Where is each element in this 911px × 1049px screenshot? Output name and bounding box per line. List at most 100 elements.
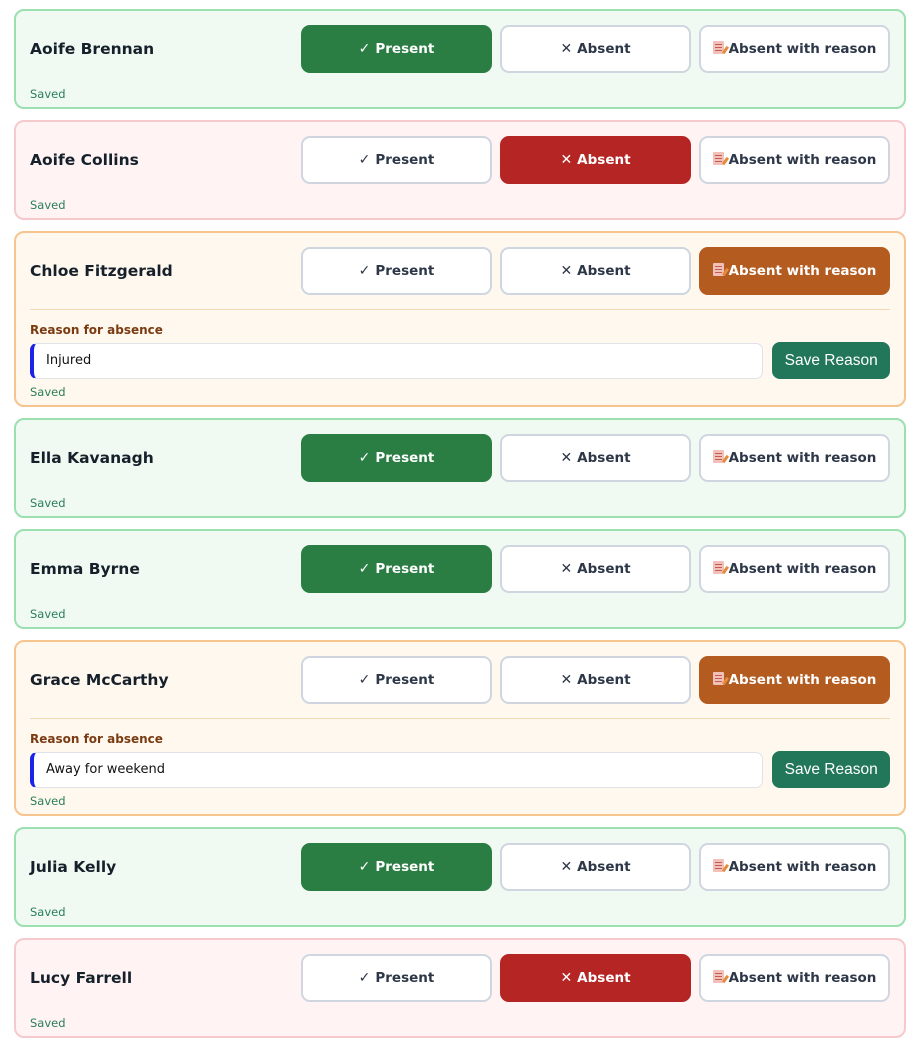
absent-label: Absent [577, 263, 631, 279]
x-icon: ✕ [560, 561, 573, 577]
present-button[interactable]: ✓ Present [301, 25, 492, 73]
present-label: Present [375, 859, 435, 875]
x-icon: ✕ [560, 672, 573, 688]
absent-button[interactable]: ✕ Absent [500, 247, 691, 295]
present-button[interactable]: ✓ Present [301, 656, 492, 704]
absent-label: Absent [577, 561, 631, 577]
absent-label: Absent [577, 859, 631, 875]
absent-with-reason-label: Absent with reason [728, 41, 877, 57]
player-row: Grace McCarthy ✓ Present ✕ Absent Absent with… [30, 642, 890, 718]
absent-with-reason-label: Absent with reason [728, 152, 877, 168]
check-icon: ✓ [358, 561, 371, 577]
status-buttons: ✓ Present ✕ Absent Absent with reason [301, 656, 890, 704]
present-button[interactable]: ✓ Present [301, 843, 492, 891]
x-icon: ✕ [560, 450, 573, 466]
memo-icon [712, 40, 724, 58]
player-card: Grace McCarthy ✓ Present ✕ Absent Absent with… [14, 640, 906, 816]
absent-with-reason-button[interactable]: Absent with reason [699, 434, 890, 482]
reason-divider [30, 718, 890, 719]
present-button[interactable]: ✓ Present [301, 136, 492, 184]
absent-button[interactable]: ✕ Absent [500, 954, 691, 1002]
memo-icon [712, 262, 724, 280]
present-label: Present [375, 561, 435, 577]
absent-with-reason-button[interactable]: Absent with reason [699, 656, 890, 704]
saved-status: Saved [30, 1016, 66, 1030]
absent-with-reason-label: Absent with reason [728, 859, 877, 875]
reason-input[interactable] [30, 342, 764, 379]
absent-label: Absent [577, 41, 631, 57]
x-icon: ✕ [560, 859, 573, 875]
absent-label: Absent [577, 672, 631, 688]
check-icon: ✓ [358, 859, 371, 875]
check-icon: ✓ [358, 450, 371, 466]
absent-with-reason-label: Absent with reason [728, 561, 877, 577]
present-button[interactable]: ✓ Present [301, 545, 492, 593]
absent-button[interactable]: ✕ Absent [500, 434, 691, 482]
x-icon: ✕ [560, 152, 573, 168]
reason-label: Reason for absence [30, 732, 163, 746]
player-name: Emma Byrne [30, 560, 140, 578]
check-icon: ✓ [358, 672, 371, 688]
absent-with-reason-button[interactable]: Absent with reason [699, 25, 890, 73]
absent-with-reason-label: Absent with reason [728, 970, 877, 986]
present-button[interactable]: ✓ Present [301, 247, 492, 295]
absent-button[interactable]: ✕ Absent [500, 656, 691, 704]
player-name: Grace McCarthy [30, 671, 169, 689]
player-name: Aoife Brennan [30, 40, 155, 58]
status-buttons: ✓ Present ✕ Absent Absent with reason [301, 434, 890, 482]
absent-with-reason-button[interactable]: Absent with reason [699, 954, 890, 1002]
check-icon: ✓ [358, 41, 371, 57]
absent-label: Absent [577, 970, 631, 986]
memo-icon [712, 151, 724, 169]
present-label: Present [375, 450, 435, 466]
x-icon: ✕ [560, 263, 573, 279]
absent-button[interactable]: ✕ Absent [500, 843, 691, 891]
player-row: Ella Kavanagh ✓ Present ✕ Absent Absent with … [30, 420, 890, 496]
memo-icon [712, 560, 724, 578]
absent-button[interactable]: ✕ Absent [500, 25, 691, 73]
absent-with-reason-button[interactable]: Absent with reason [699, 545, 890, 593]
saved-status: Saved [30, 607, 66, 621]
memo-icon [712, 858, 724, 876]
reason-row: Save Reason [30, 342, 890, 379]
saved-status: Saved [30, 385, 66, 399]
player-card: Julia Kelly ✓ Present ✕ Absent Absent with re… [14, 827, 906, 927]
present-button[interactable]: ✓ Present [301, 954, 492, 1002]
status-buttons: ✓ Present ✕ Absent Absent with reason [301, 136, 890, 184]
absent-with-reason-label: Absent with reason [728, 263, 877, 279]
memo-icon [712, 449, 724, 467]
present-button[interactable]: ✓ Present [301, 434, 492, 482]
player-card: Aoife Brennan ✓ Present ✕ Absent Absent with … [14, 9, 906, 109]
absent-button[interactable]: ✕ Absent [500, 136, 691, 184]
reason-row: Save Reason [30, 751, 890, 788]
player-row: Aoife Collins ✓ Present ✕ Absent Absent with … [30, 122, 890, 198]
player-card: Chloe Fitzgerald ✓ Present ✕ Absent Absent wi… [14, 231, 906, 407]
player-card: Ella Kavanagh ✓ Present ✕ Absent Absent with … [14, 418, 906, 518]
reason-label: Reason for absence [30, 323, 163, 337]
status-buttons: ✓ Present ✕ Absent Absent with reason [301, 247, 890, 295]
status-buttons: ✓ Present ✕ Absent Absent with reason [301, 954, 890, 1002]
reason-input[interactable] [30, 751, 764, 788]
player-name: Julia Kelly [30, 858, 117, 876]
player-name: Aoife Collins [30, 151, 139, 169]
absent-button[interactable]: ✕ Absent [500, 545, 691, 593]
player-card: Lucy Farrell ✓ Present ✕ Absent Absent with r… [14, 938, 906, 1038]
check-icon: ✓ [358, 970, 371, 986]
present-label: Present [375, 970, 435, 986]
absent-with-reason-button[interactable]: Absent with reason [699, 843, 890, 891]
save-reason-button[interactable]: Save Reason [772, 751, 890, 788]
save-reason-button[interactable]: Save Reason [772, 342, 890, 379]
absent-label: Absent [577, 450, 631, 466]
memo-icon [712, 969, 724, 987]
saved-status: Saved [30, 794, 66, 808]
player-card: Emma Byrne ✓ Present ✕ Absent Absent with rea… [14, 529, 906, 629]
player-row: Emma Byrne ✓ Present ✕ Absent Absent with rea… [30, 531, 890, 607]
player-name: Chloe Fitzgerald [30, 262, 173, 280]
present-label: Present [375, 152, 435, 168]
status-buttons: ✓ Present ✕ Absent Absent with reason [301, 25, 890, 73]
player-row: Lucy Farrell ✓ Present ✕ Absent Absent with r… [30, 940, 890, 1016]
absent-with-reason-button[interactable]: Absent with reason [699, 247, 890, 295]
present-label: Present [375, 672, 435, 688]
check-icon: ✓ [358, 263, 371, 279]
absent-with-reason-button[interactable]: Absent with reason [699, 136, 890, 184]
